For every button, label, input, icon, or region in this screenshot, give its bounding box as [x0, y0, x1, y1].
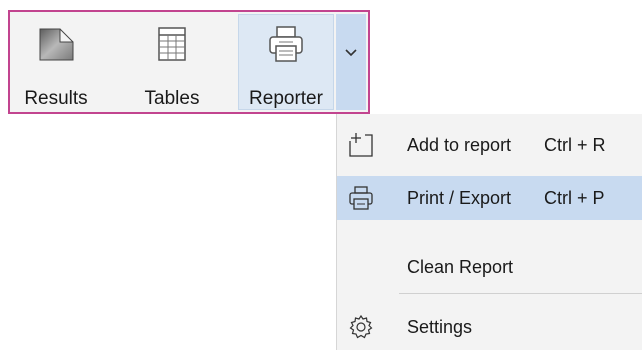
menu-item-shortcut: Ctrl + P: [544, 187, 605, 208]
chevron-down-icon: [344, 14, 358, 110]
results-button[interactable]: Results: [12, 12, 100, 112]
tables-button[interactable]: Tables: [120, 12, 224, 112]
printer-icon: [345, 182, 377, 214]
table-icon: [152, 24, 192, 64]
add-to-report-icon: [345, 129, 377, 161]
menu-item-shortcut: Ctrl + R: [544, 134, 606, 155]
menu-item-label: Print / Export: [407, 187, 512, 208]
menu-item-print-export[interactable]: Print / Export Ctrl + P: [337, 176, 642, 220]
reporter-dropdown-menu: Add to report Ctrl + R Print / Export Ct…: [336, 114, 642, 350]
printer-icon: [266, 24, 306, 64]
menu-item-label: Clean Report: [407, 256, 514, 277]
results-label: Results: [24, 88, 88, 109]
reporter-label: Reporter: [249, 88, 323, 109]
menu-item-label: Settings: [407, 316, 473, 337]
menu-item-settings[interactable]: Settings: [337, 305, 642, 349]
menu-item-label: Add to report: [407, 134, 512, 155]
menu-separator: [399, 293, 642, 294]
tables-label: Tables: [144, 88, 200, 109]
reporter-dropdown-button[interactable]: [336, 14, 366, 110]
ribbon-group: Results Tables Reporter: [8, 10, 370, 114]
results-icon: [36, 24, 76, 64]
gear-icon: [345, 311, 377, 343]
reporter-button[interactable]: Reporter: [238, 14, 334, 110]
menu-item-add-to-report[interactable]: Add to report Ctrl + R: [337, 123, 642, 167]
menu-item-clean-report[interactable]: Clean Report: [337, 245, 642, 289]
